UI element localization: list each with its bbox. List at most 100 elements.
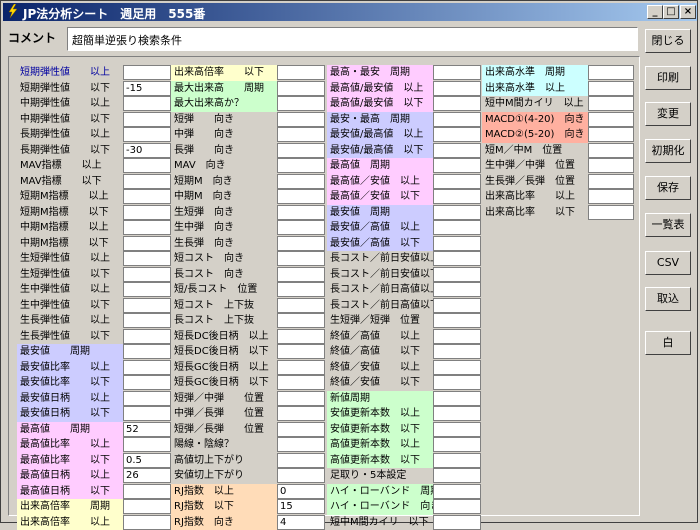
criteria-value-input[interactable] [123, 344, 171, 359]
close-button[interactable]: × [680, 5, 696, 19]
criteria-value-input[interactable] [277, 360, 325, 375]
criteria-value-input[interactable] [277, 282, 325, 297]
criteria-value-input[interactable] [277, 329, 325, 344]
criteria-value-input[interactable] [433, 282, 481, 297]
criteria-value-input[interactable] [433, 515, 481, 530]
criteria-value-input[interactable]: 26 [123, 468, 171, 483]
criteria-value-input[interactable] [277, 375, 325, 390]
comment-input[interactable]: 超簡単逆張り検索条件 [67, 27, 638, 51]
criteria-value-input[interactable] [277, 236, 325, 251]
criteria-value-input[interactable] [588, 81, 634, 96]
criteria-value-input[interactable] [277, 267, 325, 282]
criteria-value-input[interactable] [123, 499, 171, 514]
criteria-value-input[interactable] [433, 437, 481, 452]
criteria-value-input[interactable] [277, 406, 325, 421]
criteria-value-input[interactable]: 4 [277, 515, 325, 530]
criteria-value-input[interactable] [433, 406, 481, 421]
criteria-value-input[interactable] [433, 236, 481, 251]
criteria-value-input[interactable] [277, 174, 325, 189]
criteria-value-input[interactable] [277, 251, 325, 266]
criteria-value-input[interactable] [433, 267, 481, 282]
close-sheet-button[interactable]: 閉じる [645, 29, 691, 53]
criteria-value-input[interactable] [123, 236, 171, 251]
import-button[interactable]: 取込 [645, 287, 691, 311]
criteria-value-input[interactable] [433, 360, 481, 375]
criteria-value-input[interactable]: 15 [277, 499, 325, 514]
criteria-value-input[interactable] [123, 329, 171, 344]
criteria-value-input[interactable] [588, 189, 634, 204]
print-button[interactable]: 印刷 [645, 66, 691, 90]
criteria-value-input[interactable] [277, 96, 325, 111]
criteria-value-input[interactable] [277, 391, 325, 406]
criteria-value-input[interactable] [433, 220, 481, 235]
criteria-value-input[interactable] [588, 158, 634, 173]
criteria-value-input[interactable]: 52 [123, 422, 171, 437]
criteria-value-input[interactable]: -30 [123, 143, 171, 158]
criteria-value-input[interactable] [123, 205, 171, 220]
criteria-value-input[interactable] [123, 96, 171, 111]
criteria-value-input[interactable] [433, 375, 481, 390]
criteria-value-input[interactable] [433, 127, 481, 142]
criteria-value-input[interactable] [433, 298, 481, 313]
criteria-value-input[interactable]: 0.5 [123, 453, 171, 468]
white-button[interactable]: 白 [645, 331, 691, 355]
criteria-value-input[interactable] [123, 65, 171, 80]
criteria-value-input[interactable] [588, 174, 634, 189]
criteria-value-input[interactable] [588, 96, 634, 111]
criteria-value-input[interactable] [277, 143, 325, 158]
criteria-value-input[interactable] [433, 484, 481, 499]
criteria-value-input[interactable] [433, 205, 481, 220]
criteria-value-input[interactable] [433, 96, 481, 111]
maximize-button[interactable]: □ [663, 5, 679, 19]
csv-button[interactable]: CSV [645, 251, 691, 275]
criteria-value-input[interactable] [433, 344, 481, 359]
criteria-value-input[interactable] [123, 313, 171, 328]
criteria-value-input[interactable] [433, 189, 481, 204]
criteria-value-input[interactable] [433, 143, 481, 158]
criteria-value-input[interactable] [433, 251, 481, 266]
criteria-value-input[interactable] [588, 143, 634, 158]
criteria-value-input[interactable] [433, 329, 481, 344]
criteria-value-input[interactable] [277, 313, 325, 328]
criteria-value-input[interactable] [123, 484, 171, 499]
criteria-value-input[interactable] [588, 65, 634, 80]
criteria-value-input[interactable] [588, 205, 634, 220]
criteria-value-input[interactable] [277, 65, 325, 80]
criteria-value-input[interactable] [433, 422, 481, 437]
criteria-value-input[interactable] [123, 515, 171, 530]
criteria-value-input[interactable] [433, 174, 481, 189]
criteria-value-input[interactable] [277, 453, 325, 468]
criteria-value-input[interactable] [433, 499, 481, 514]
criteria-value-input[interactable] [433, 453, 481, 468]
criteria-value-input[interactable] [433, 158, 481, 173]
criteria-value-input[interactable] [123, 158, 171, 173]
change-button[interactable]: 変更 [645, 102, 691, 126]
criteria-value-input[interactable] [123, 127, 171, 142]
list-button[interactable]: 一覧表 [645, 213, 691, 237]
criteria-value-input[interactable] [123, 112, 171, 127]
criteria-value-input[interactable] [277, 344, 325, 359]
criteria-value-input[interactable]: -15 [123, 81, 171, 96]
criteria-value-input[interactable] [433, 112, 481, 127]
criteria-value-input[interactable] [277, 205, 325, 220]
initialize-button[interactable]: 初期化 [645, 139, 691, 163]
criteria-value-input[interactable] [123, 174, 171, 189]
criteria-value-input[interactable] [123, 298, 171, 313]
criteria-value-input[interactable] [277, 112, 325, 127]
criteria-value-input[interactable] [433, 468, 481, 483]
save-button[interactable]: 保存 [645, 176, 691, 200]
criteria-value-input[interactable] [433, 81, 481, 96]
criteria-value-input[interactable] [277, 422, 325, 437]
criteria-value-input[interactable] [123, 251, 171, 266]
criteria-value-input[interactable] [123, 220, 171, 235]
criteria-value-input[interactable] [123, 375, 171, 390]
criteria-value-input[interactable] [277, 189, 325, 204]
criteria-value-input[interactable] [277, 158, 325, 173]
criteria-value-input[interactable] [277, 298, 325, 313]
criteria-value-input[interactable]: 0 [277, 484, 325, 499]
criteria-value-input[interactable] [123, 282, 171, 297]
criteria-value-input[interactable] [433, 391, 481, 406]
criteria-value-input[interactable] [123, 406, 171, 421]
criteria-value-input[interactable] [123, 189, 171, 204]
criteria-value-input[interactable] [588, 127, 634, 142]
